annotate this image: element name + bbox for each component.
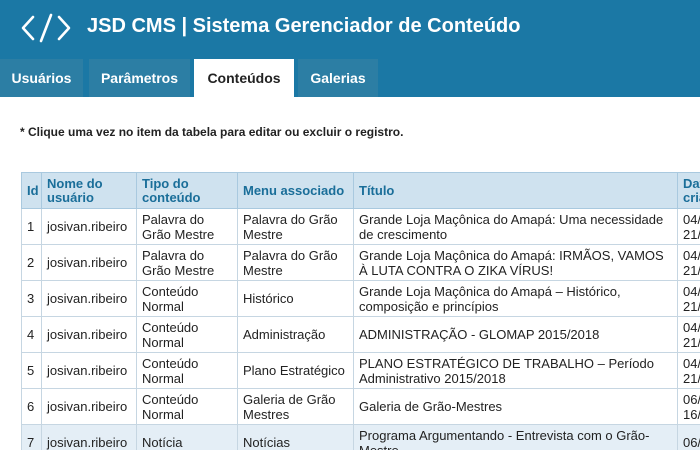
table-header-row: Id Nome do usuário Tipo do conteúdo Menu…: [21, 172, 700, 209]
cell-date: 04/ 21/: [677, 352, 700, 389]
cell-type: Conteúdo Normal: [136, 388, 238, 425]
cell-id: 3: [21, 280, 42, 317]
column-header-date[interactable]: Data cria: [677, 172, 700, 209]
table-row[interactable]: 5 josivan.ribeiro Conteúdo Normal Plano …: [21, 352, 700, 389]
table-row[interactable]: 1 josivan.ribeiro Palavra do Grão Mestre…: [21, 208, 700, 245]
cell-title: Galeria de Grão-Mestres: [353, 388, 678, 425]
cell-title: Grande Loja Maçônica do Amapá – Históric…: [353, 280, 678, 317]
cell-type: Conteúdo Normal: [136, 280, 238, 317]
column-header-user[interactable]: Nome do usuário: [41, 172, 137, 209]
cell-user: josivan.ribeiro: [41, 424, 137, 450]
column-header-title[interactable]: Título: [353, 172, 678, 209]
table-row[interactable]: 6 josivan.ribeiro Conteúdo Normal Galeri…: [21, 388, 700, 425]
app-title: JSD CMS | Sistema Gerenciador de Conteúd…: [87, 15, 521, 37]
table-row[interactable]: 7 josivan.ribeiro Notícia Notícias Progr…: [21, 424, 700, 450]
tab-conteudos[interactable]: Conteúdos: [194, 59, 294, 97]
cell-menu: Galeria de Grão Mestres: [237, 388, 354, 425]
cell-type: Notícia: [136, 424, 238, 450]
cell-date: 04/ 21/: [677, 208, 700, 245]
tab-galerias[interactable]: Galerias: [298, 59, 378, 97]
main-tabs: Usuários Parâmetros Conteúdos Galerias: [0, 59, 700, 97]
cell-type: Palavra do Grão Mestre: [136, 244, 238, 281]
cell-type: Conteúdo Normal: [136, 316, 238, 353]
app-header: JSD CMS | Sistema Gerenciador de Conteúd…: [0, 0, 700, 59]
cell-title: Grande Loja Maçônica do Amapá: Uma neces…: [353, 208, 678, 245]
cell-type: Palavra do Grão Mestre: [136, 208, 238, 245]
cell-menu: Histórico: [237, 280, 354, 317]
cell-id: 5: [21, 352, 42, 389]
cell-user: josivan.ribeiro: [41, 244, 137, 281]
cell-id: 6: [21, 388, 42, 425]
cell-menu: Palavra do Grão Mestre: [237, 244, 354, 281]
column-header-id[interactable]: Id: [21, 172, 42, 209]
cell-date: 04/ 21/: [677, 316, 700, 353]
cell-menu: Palavra do Grão Mestre: [237, 208, 354, 245]
cell-date: 06/ 16/: [677, 388, 700, 425]
cell-user: josivan.ribeiro: [41, 316, 137, 353]
column-header-type[interactable]: Tipo do conteúdo: [136, 172, 238, 209]
cell-user: josivan.ribeiro: [41, 388, 137, 425]
cell-id: 4: [21, 316, 42, 353]
table-row[interactable]: 3 josivan.ribeiro Conteúdo Normal Histór…: [21, 280, 700, 317]
content-table: Id Nome do usuário Tipo do conteúdo Menu…: [21, 172, 700, 450]
tab-parametros[interactable]: Parâmetros: [89, 59, 190, 97]
cell-user: josivan.ribeiro: [41, 352, 137, 389]
cell-user: josivan.ribeiro: [41, 208, 137, 245]
cell-id: 7: [21, 424, 42, 450]
content-table-container: Id Nome do usuário Tipo do conteúdo Menu…: [21, 172, 700, 450]
cell-title: PLANO ESTRATÉGICO DE TRABALHO – Período …: [353, 352, 678, 389]
cell-type: Conteúdo Normal: [136, 352, 238, 389]
cell-id: 1: [21, 208, 42, 245]
table-row[interactable]: 2 josivan.ribeiro Palavra do Grão Mestre…: [21, 244, 700, 281]
tab-usuarios[interactable]: Usuários: [0, 59, 83, 97]
cell-date: 04/ 21/: [677, 280, 700, 317]
cell-date: 04/ 21/: [677, 244, 700, 281]
column-header-menu[interactable]: Menu associado: [237, 172, 354, 209]
table-row[interactable]: 4 josivan.ribeiro Conteúdo Normal Admini…: [21, 316, 700, 353]
cell-menu: Notícias: [237, 424, 354, 450]
cell-id: 2: [21, 244, 42, 281]
cell-user: josivan.ribeiro: [41, 280, 137, 317]
instruction-note: * Clique uma vez no item da tabela para …: [20, 125, 404, 139]
cell-menu: Plano Estratégico: [237, 352, 354, 389]
code-brackets-icon: [21, 13, 71, 43]
cell-title: Grande Loja Maçônica do Amapá: IRMÃOS, V…: [353, 244, 678, 281]
cell-menu: Administração: [237, 316, 354, 353]
cell-title: ADMINISTRAÇÃO - GLOMAP 2015/2018: [353, 316, 678, 353]
cell-date: 06/: [677, 424, 700, 450]
cell-title: Programa Argumentando - Entrevista com o…: [353, 424, 678, 450]
